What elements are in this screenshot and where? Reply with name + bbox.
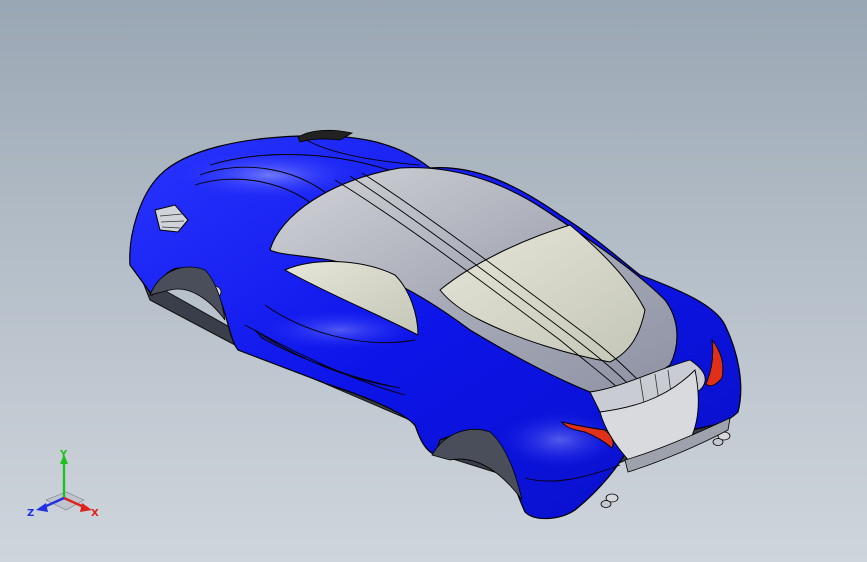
triad-z-label: Z xyxy=(27,508,34,519)
triad-y-label: Y xyxy=(59,449,68,460)
exhaust-right-2 xyxy=(712,438,724,446)
triad-x-label: X xyxy=(91,508,99,519)
triad-z-arrow xyxy=(36,503,48,512)
graphics-viewport[interactable]: Y X Z xyxy=(0,0,867,562)
exhaust-left-2 xyxy=(600,500,612,508)
car-body-model[interactable] xyxy=(0,0,867,562)
triad-graphic: Y X Z xyxy=(27,449,99,519)
coordinate-triad: Y X Z xyxy=(22,448,104,522)
